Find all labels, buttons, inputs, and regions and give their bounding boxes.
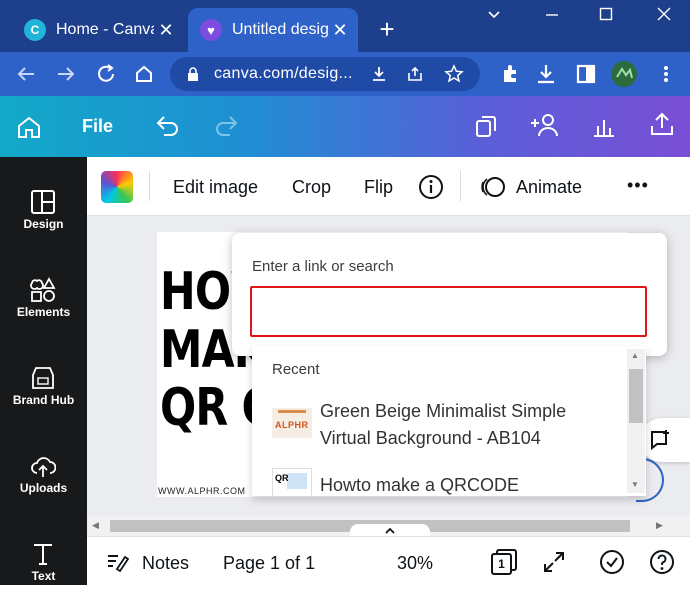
minimize-icon[interactable] bbox=[532, 6, 572, 30]
rail-item-brand-hub[interactable]: Brand Hub bbox=[0, 345, 87, 425]
maximize-icon[interactable] bbox=[586, 6, 626, 30]
link-suggestions-list: Recent ALPHR Green Beige Minimalist Simp… bbox=[252, 346, 646, 496]
rail-item-design[interactable]: Design bbox=[0, 169, 87, 249]
recent-item-title: Howto make a QRCODE bbox=[320, 475, 520, 495]
recent-item-title: Green Beige Minimalist Simple Virtual Ba… bbox=[320, 401, 567, 448]
forward-icon[interactable] bbox=[52, 60, 80, 88]
toolbar-divider bbox=[460, 171, 461, 201]
upload-icon[interactable] bbox=[648, 110, 676, 138]
scroll-down-arrow-icon[interactable]: ▼ bbox=[631, 480, 639, 489]
shapes-icon bbox=[30, 277, 56, 302]
edit-image-button[interactable]: Edit image bbox=[173, 177, 258, 198]
context-toolbar: Edit image Crop Flip Animate ••• bbox=[87, 157, 690, 216]
notes-button[interactable]: Notes bbox=[142, 553, 189, 574]
downloads-icon[interactable] bbox=[532, 60, 560, 88]
chevron-up-icon bbox=[385, 527, 395, 534]
recent-section-label: Recent bbox=[272, 361, 320, 378]
undo-icon[interactable] bbox=[154, 113, 182, 139]
bookmark-star-icon[interactable] bbox=[444, 64, 464, 84]
scroll-right-arrow-icon[interactable]: ▶ bbox=[656, 520, 663, 531]
design-footer-url: WWW.ALPHR.COM bbox=[158, 486, 246, 496]
rail-item-uploads[interactable]: Uploads bbox=[0, 433, 87, 513]
lock-icon bbox=[188, 67, 198, 81]
heart-favicon-icon: ♥ bbox=[200, 19, 222, 41]
animate-icon bbox=[481, 177, 505, 197]
rail-label: Brand Hub bbox=[12, 393, 75, 407]
canva-top-toolbar: File bbox=[0, 96, 690, 157]
bottom-status-bar: Notes Page 1 of 1 30% 1 bbox=[87, 536, 690, 585]
brand-icon bbox=[32, 367, 54, 389]
check-circle-icon[interactable] bbox=[599, 549, 625, 575]
extensions-icon[interactable] bbox=[496, 60, 524, 88]
tab-search-icon[interactable] bbox=[474, 6, 514, 30]
resize-icon[interactable] bbox=[472, 112, 500, 140]
toolbar-divider bbox=[149, 171, 150, 201]
page-count-badge: 1 bbox=[491, 553, 512, 575]
rail-item-text[interactable]: Text bbox=[0, 521, 87, 601]
scroll-up-arrow-icon[interactable]: ▲ bbox=[631, 351, 639, 360]
rail-item-elements[interactable]: Elements bbox=[0, 257, 87, 337]
share-page-icon[interactable] bbox=[406, 65, 424, 83]
new-tab-button[interactable]: + bbox=[374, 14, 400, 44]
link-popover: Enter a link or search bbox=[232, 233, 667, 356]
reload-icon[interactable] bbox=[92, 60, 120, 88]
link-search-input[interactable] bbox=[250, 286, 647, 337]
browser-toolbar: canva.com/desig... bbox=[0, 52, 690, 96]
fullscreen-icon[interactable] bbox=[541, 549, 567, 575]
insights-icon[interactable] bbox=[590, 112, 618, 140]
back-icon[interactable] bbox=[12, 60, 40, 88]
file-menu-button[interactable]: File bbox=[82, 116, 113, 137]
share-people-icon[interactable] bbox=[528, 110, 562, 140]
tab-untitled-design[interactable]: ♥ Untitled design ✕ bbox=[188, 8, 358, 52]
more-options-button[interactable]: ••• bbox=[627, 175, 649, 196]
profile-avatar[interactable] bbox=[610, 60, 638, 88]
rail-label: Elements bbox=[16, 305, 71, 319]
notes-icon bbox=[108, 555, 129, 573]
canva-favicon-icon: C bbox=[24, 19, 46, 41]
color-picker-button[interactable] bbox=[101, 171, 133, 203]
side-panel-icon[interactable] bbox=[572, 60, 600, 88]
address-bar[interactable]: canva.com/desig... bbox=[170, 57, 480, 91]
thumbnail-text: QR bbox=[275, 473, 289, 483]
install-icon[interactable] bbox=[370, 65, 388, 83]
tab-title: Home - Canva bbox=[56, 21, 154, 38]
recent-item-thumbnail: QR bbox=[272, 468, 312, 496]
layout-icon bbox=[31, 190, 55, 214]
page-indicator[interactable]: Page 1 of 1 bbox=[223, 553, 315, 574]
close-tab-icon[interactable]: ✕ bbox=[328, 20, 352, 41]
rail-label: Design bbox=[23, 217, 64, 231]
recent-item[interactable]: QR Howto make a QRCODE bbox=[252, 468, 624, 496]
browser-menu-icon[interactable] bbox=[652, 60, 680, 88]
comment-button[interactable] bbox=[640, 418, 690, 462]
scroll-left-arrow-icon[interactable]: ◀ bbox=[92, 520, 99, 531]
comment-add-icon bbox=[651, 430, 669, 451]
suggestions-scroll-thumb[interactable] bbox=[629, 369, 643, 423]
left-side-rail: Design Elements Brand Hub Uploads Text bbox=[0, 157, 87, 585]
rail-label: Text bbox=[31, 569, 56, 583]
browser-tab-strip: C Home - Canva ✕ ♥ Untitled design ✕ + bbox=[0, 0, 690, 52]
thumbnail-text: ALPHR bbox=[275, 420, 309, 430]
recent-item-thumbnail: ALPHR bbox=[272, 408, 312, 438]
cloud-upload-icon bbox=[31, 457, 56, 477]
flip-button[interactable]: Flip bbox=[364, 177, 393, 198]
home-browser-icon[interactable] bbox=[130, 60, 158, 88]
url-text: canva.com/desig... bbox=[214, 65, 353, 82]
animate-button[interactable]: Animate bbox=[516, 177, 582, 198]
info-icon[interactable] bbox=[418, 174, 444, 200]
tab-home-canva[interactable]: C Home - Canva ✕ bbox=[12, 8, 184, 52]
home-icon[interactable] bbox=[16, 114, 42, 140]
link-popover-title: Enter a link or search bbox=[252, 258, 394, 275]
text-icon bbox=[34, 544, 52, 565]
tab-title: Untitled design bbox=[232, 21, 328, 38]
help-icon[interactable] bbox=[649, 549, 675, 575]
crop-button[interactable]: Crop bbox=[292, 177, 331, 198]
close-icon[interactable] bbox=[644, 6, 684, 30]
redo-icon[interactable] bbox=[212, 113, 240, 139]
page-grid-button[interactable]: 1 bbox=[491, 549, 517, 575]
zoom-level[interactable]: 30% bbox=[397, 553, 433, 574]
close-tab-icon[interactable]: ✕ bbox=[154, 20, 178, 41]
rail-label: Uploads bbox=[19, 481, 68, 495]
recent-item[interactable]: ALPHR Green Beige Minimalist Simple Virt… bbox=[252, 398, 624, 454]
